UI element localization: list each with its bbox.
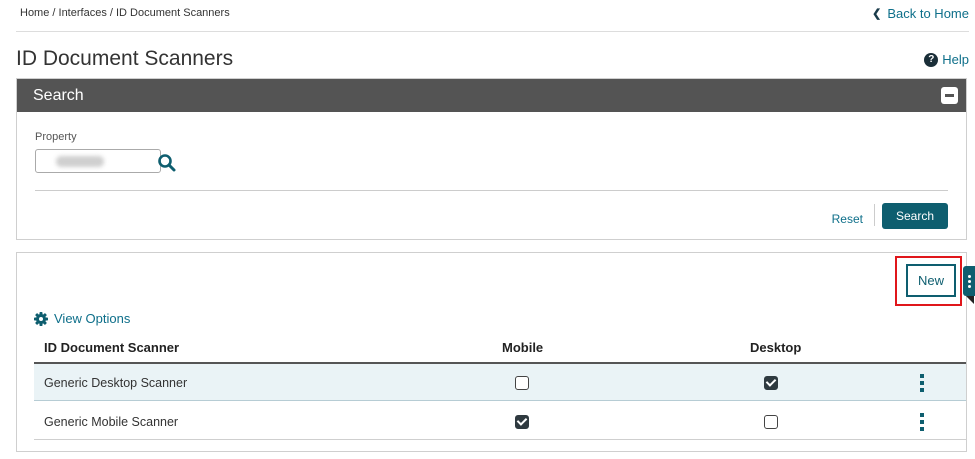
help-icon: ? bbox=[924, 52, 939, 67]
property-value-redacted bbox=[56, 156, 104, 167]
view-options-label: View Options bbox=[54, 311, 131, 326]
reset-button[interactable]: Reset bbox=[832, 212, 863, 226]
side-tab-corner bbox=[966, 296, 974, 304]
help-link[interactable]: ? Help bbox=[924, 52, 969, 67]
search-button[interactable]: Search bbox=[882, 203, 948, 229]
new-button[interactable]: New bbox=[906, 264, 956, 297]
button-separator bbox=[874, 204, 875, 226]
column-header-mobile[interactable]: Mobile bbox=[502, 340, 543, 355]
row-actions-icon[interactable] bbox=[919, 413, 925, 431]
scanner-name-cell: Generic Mobile Scanner bbox=[44, 415, 179, 429]
table-row[interactable]: Generic Desktop Scanner bbox=[34, 364, 966, 401]
scanner-name-cell: Generic Desktop Scanner bbox=[44, 376, 188, 390]
desktop-checkbox[interactable] bbox=[764, 415, 778, 429]
search-panel: Search Property Reset Search bbox=[16, 78, 967, 240]
top-divider bbox=[16, 31, 969, 32]
search-icon[interactable] bbox=[157, 153, 177, 173]
breadcrumb[interactable]: Home / Interfaces / ID Document Scanners bbox=[20, 7, 230, 19]
gear-icon bbox=[34, 311, 48, 326]
table-row[interactable]: Generic Mobile Scanner bbox=[34, 403, 966, 440]
back-to-home-link[interactable]: ❮ Back to Home bbox=[872, 6, 969, 21]
search-panel-header: Search bbox=[17, 79, 966, 112]
search-divider bbox=[35, 190, 948, 191]
page-title: ID Document Scanners bbox=[16, 47, 234, 70]
mobile-checkbox[interactable] bbox=[515, 376, 529, 390]
mobile-checkbox[interactable] bbox=[515, 415, 529, 429]
column-header-desktop[interactable]: Desktop bbox=[750, 340, 801, 355]
property-input[interactable] bbox=[35, 149, 161, 173]
help-label: Help bbox=[942, 52, 969, 67]
chevron-left-icon: ❮ bbox=[872, 8, 882, 20]
back-to-home-label: Back to Home bbox=[887, 6, 969, 21]
page-actions-menu-icon[interactable] bbox=[963, 266, 975, 296]
property-label: Property bbox=[35, 131, 77, 143]
row-actions-icon[interactable] bbox=[919, 374, 925, 392]
view-options-link[interactable]: View Options bbox=[34, 311, 130, 326]
collapse-icon[interactable] bbox=[941, 87, 958, 104]
search-panel-title: Search bbox=[33, 86, 84, 104]
desktop-checkbox[interactable] bbox=[764, 376, 778, 390]
column-header-scanner[interactable]: ID Document Scanner bbox=[44, 340, 179, 355]
